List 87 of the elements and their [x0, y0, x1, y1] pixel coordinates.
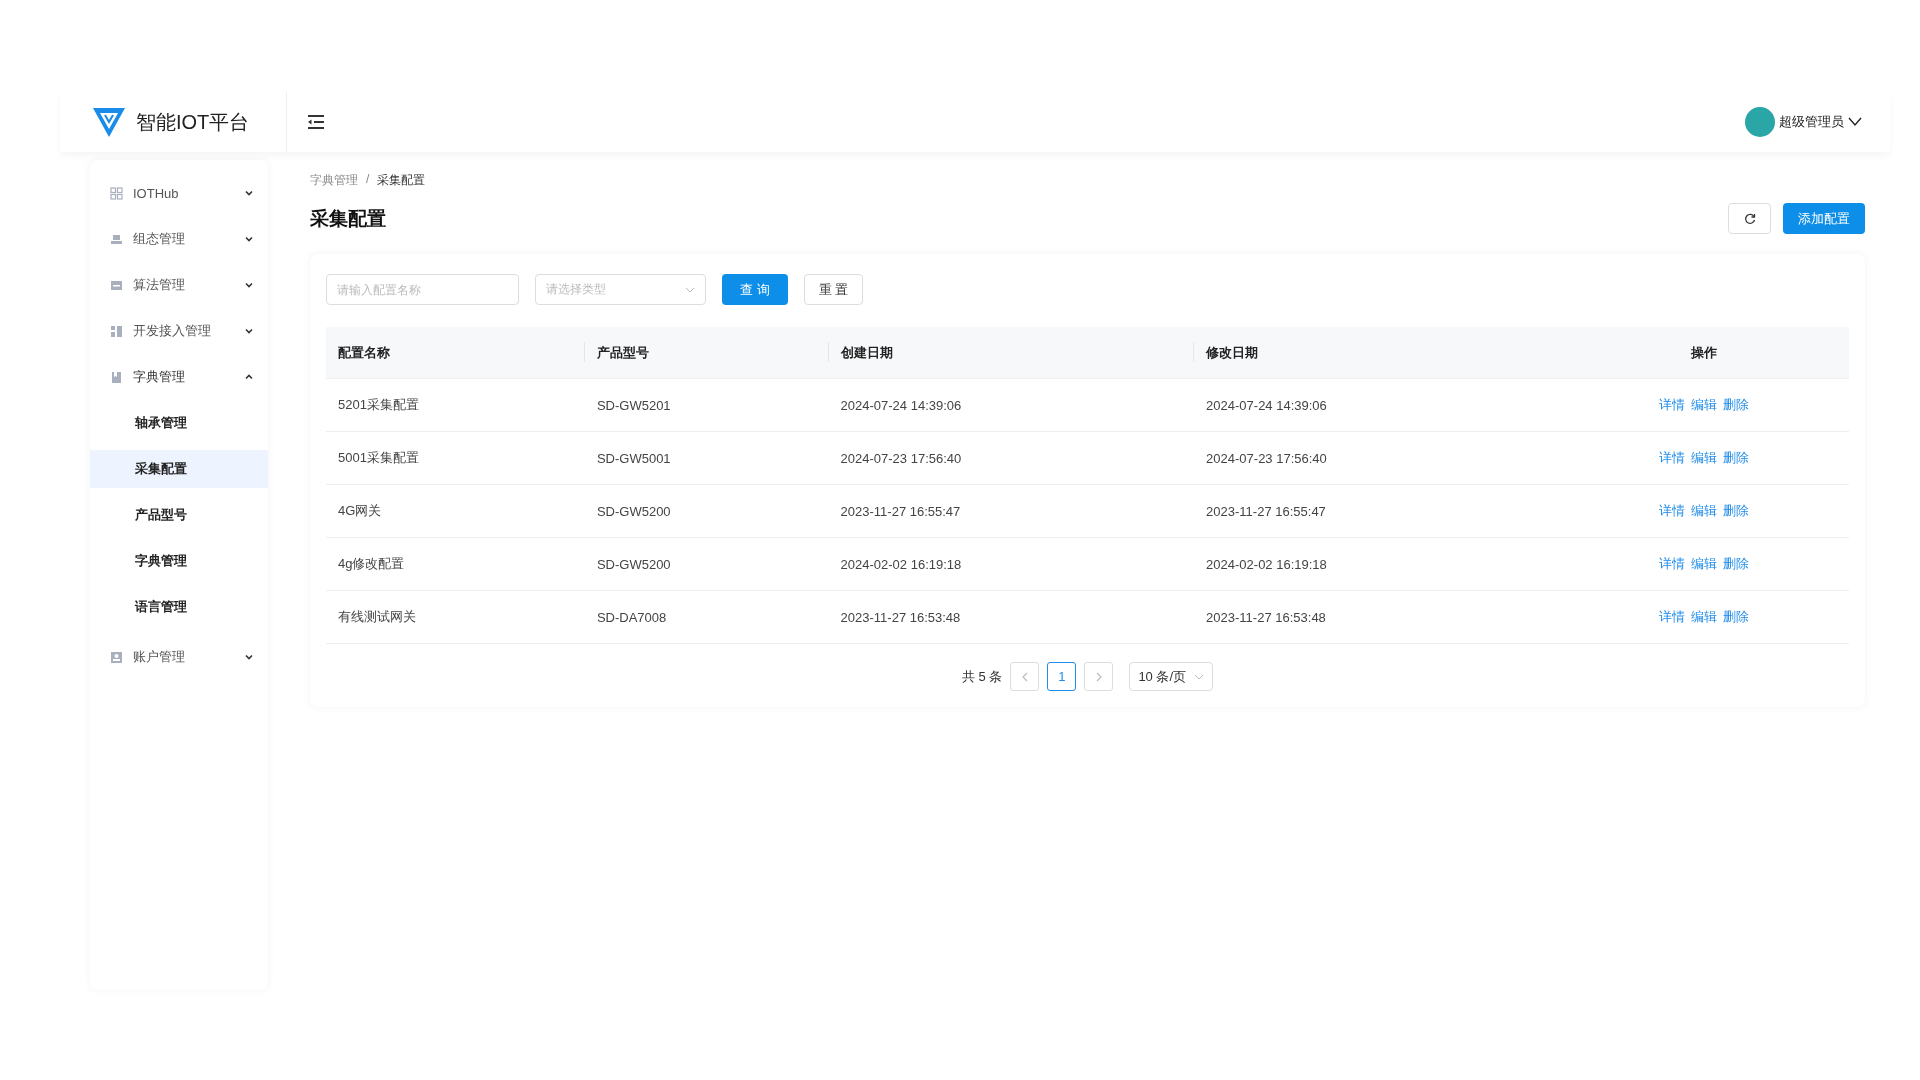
- chevron-up-icon: [244, 372, 254, 382]
- action-link[interactable]: 删除: [1723, 397, 1750, 412]
- avatar[interactable]: [1745, 107, 1775, 137]
- page-size-select[interactable]: 10 条/页: [1129, 662, 1214, 691]
- table-cell: 5001采集配置: [326, 431, 585, 485]
- chevron-down-icon: [244, 188, 254, 198]
- name-input-field[interactable]: 请输入配置名称: [326, 274, 519, 305]
- column-header: 修改日期: [1194, 327, 1560, 379]
- table-cell: 5201采集配置: [326, 378, 585, 432]
- menu-icon[interactable]: [307, 114, 325, 130]
- sidebar-item[interactable]: 产品型号: [90, 496, 268, 534]
- add-button[interactable]: 添加配置: [1783, 203, 1865, 234]
- action-link[interactable]: 编辑: [1691, 397, 1718, 412]
- table-cell: 2023-11-27 16:55:47: [1194, 484, 1560, 538]
- table-cell: 2024-07-24 14:39:06: [1194, 378, 1560, 432]
- chevron-down-icon: [244, 652, 254, 662]
- action-link[interactable]: 删除: [1723, 556, 1750, 571]
- blocks-icon: [110, 324, 123, 338]
- action-link[interactable]: 编辑: [1691, 556, 1718, 571]
- total-count: 共 5 条: [961, 667, 1003, 686]
- column-header: 配置名称: [326, 327, 585, 379]
- refresh-icon[interactable]: [1743, 212, 1756, 225]
- sidebar-group[interactable]: 组态管理: [90, 216, 268, 262]
- sidebar-group[interactable]: 开发接入管理: [90, 308, 268, 354]
- page-title: 采集配置: [310, 206, 386, 231]
- column-header: 操作: [1559, 327, 1849, 379]
- breadcrumb-separator: /: [366, 172, 370, 188]
- sidebar-item[interactable]: 字典管理: [90, 542, 268, 580]
- book-icon: [110, 370, 123, 384]
- sidebar-group[interactable]: IOTHub: [90, 170, 268, 216]
- table-cell: 2023-11-27 16:53:48: [1194, 590, 1560, 644]
- sidebar-group[interactable]: 字典管理: [90, 354, 268, 400]
- column-header: 创建日期: [828, 327, 1195, 379]
- chevron-down-icon: [244, 280, 254, 290]
- breadcrumb-item[interactable]: 字典管理: [310, 172, 358, 189]
- table-cell: 2023-11-27 16:55:47: [828, 484, 1195, 538]
- contact-icon: [110, 650, 123, 664]
- type-select-field[interactable]: 请选择类型: [535, 274, 706, 305]
- action-link[interactable]: 详情: [1659, 556, 1686, 571]
- user-name[interactable]: 超级管理员: [1779, 113, 1844, 131]
- table-cell: 2024-07-24 14:39:06: [828, 378, 1195, 432]
- table-cell: 4G网关: [326, 484, 585, 538]
- table-cell: SD-GW5001: [584, 431, 829, 485]
- action-link[interactable]: 编辑: [1691, 503, 1718, 518]
- table-cell: 2023-11-27 16:53:48: [828, 590, 1195, 644]
- query-button[interactable]: 查 询: [722, 274, 788, 305]
- chevron-down-icon[interactable]: [1848, 117, 1862, 127]
- action-link[interactable]: 详情: [1659, 503, 1686, 518]
- sidebar-group[interactable]: 账户管理: [90, 634, 268, 680]
- action-link[interactable]: 删除: [1723, 503, 1750, 518]
- action-link[interactable]: 详情: [1659, 397, 1686, 412]
- sidebar-item[interactable]: 轴承管理: [90, 404, 268, 442]
- logo-icon: [92, 105, 126, 139]
- table-cell: 2024-07-23 17:56:40: [1194, 431, 1560, 485]
- sidebar-item[interactable]: 采集配置: [90, 450, 268, 488]
- refresh-button[interactable]: [1728, 203, 1771, 234]
- chevron-down-icon: [244, 234, 254, 244]
- action-link[interactable]: 删除: [1723, 450, 1750, 465]
- column-header: 产品型号: [584, 327, 829, 379]
- action-link[interactable]: 详情: [1659, 609, 1686, 624]
- action-link[interactable]: 编辑: [1691, 450, 1718, 465]
- page-button[interactable]: 1: [1047, 662, 1077, 691]
- table-cell: 2024-02-02 16:19:18: [828, 537, 1195, 591]
- action-link[interactable]: 编辑: [1691, 609, 1718, 624]
- code-icon: [110, 278, 123, 292]
- chevron-left-icon[interactable]: [1020, 671, 1029, 682]
- table-cell: 4g修改配置: [326, 537, 585, 591]
- chevron-right-icon[interactable]: [1094, 671, 1103, 682]
- table-cell: SD-GW5201: [584, 378, 829, 432]
- grid-icon: [110, 186, 123, 200]
- chevron-down-icon: [244, 326, 254, 336]
- table-cell: SD-DA7008: [584, 590, 829, 644]
- reset-button[interactable]: 重 置: [803, 274, 864, 305]
- prev-page-button[interactable]: [1010, 662, 1040, 691]
- sidebar-group[interactable]: 算法管理: [90, 262, 268, 308]
- sidebar-item[interactable]: 语言管理: [90, 588, 268, 626]
- table-cell: 2024-02-02 16:19:18: [1194, 537, 1560, 591]
- action-link[interactable]: 删除: [1723, 609, 1750, 624]
- table-cell: SD-GW5200: [584, 537, 829, 591]
- table-cell: SD-GW5200: [584, 484, 829, 538]
- app-name: 智能IOT平台: [136, 109, 250, 135]
- monitor-icon: [110, 232, 123, 246]
- breadcrumb-item: 采集配置: [377, 172, 426, 189]
- table-cell: 2024-07-23 17:56:40: [828, 431, 1195, 485]
- table-cell: 有线测试网关: [326, 590, 585, 644]
- next-page-button[interactable]: [1084, 662, 1114, 691]
- action-link[interactable]: 详情: [1659, 450, 1686, 465]
